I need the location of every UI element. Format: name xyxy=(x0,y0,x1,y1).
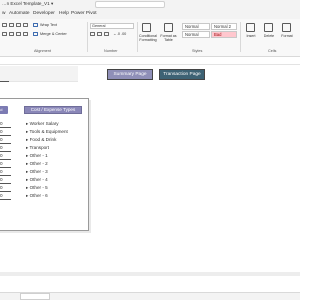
merge-center-icon[interactable] xyxy=(33,32,38,36)
format-as-table-label[interactable]: Format as Table xyxy=(160,34,177,42)
align-bottom-icon[interactable] xyxy=(16,23,21,27)
list-item: 0 ▸ Other - 3 xyxy=(0,168,89,176)
row-category: ▸ Tools & Equipment xyxy=(26,129,68,134)
number-group-label: Number xyxy=(104,49,118,53)
sheet-header-band xyxy=(0,66,78,82)
format-label[interactable]: Format xyxy=(280,34,294,38)
insert-label[interactable]: Insert xyxy=(244,34,258,38)
comma-style-icon[interactable] xyxy=(104,32,109,36)
tab-developer[interactable]: Developer xyxy=(33,11,55,16)
style-bad[interactable]: Bad xyxy=(211,31,237,38)
group-separator xyxy=(240,22,241,52)
row-amount: 0 xyxy=(0,153,3,158)
align-right-icon[interactable] xyxy=(16,32,21,36)
row-category: ▸ Other - 4 xyxy=(26,177,48,182)
menu-bar: w Automate Developer Help Power Pivot xyxy=(0,9,300,19)
delete-cells-icon[interactable] xyxy=(264,23,273,32)
format-as-table-icon[interactable] xyxy=(164,23,173,32)
list-item: 0 ▸ Tools & Equipment xyxy=(0,128,89,136)
align-middle-icon[interactable] xyxy=(9,23,14,27)
cells-group-label: Cells xyxy=(268,49,277,53)
align-left-icon[interactable] xyxy=(2,32,7,36)
list-item: 0 ▸ Food & Drink xyxy=(0,136,89,144)
row-amount: 0 xyxy=(0,169,3,174)
row-amount: 0 xyxy=(0,145,3,150)
bottom-stripe xyxy=(0,272,300,276)
list-item: 0 ▸ Other - 6 xyxy=(0,192,89,200)
tab-power-pivot[interactable]: Power Pivot xyxy=(71,11,97,16)
ribbon: Wrap Text Merge & Center Alignment Gener… xyxy=(0,19,300,57)
style-normal-3[interactable]: Normal xyxy=(182,31,210,38)
search-box[interactable] xyxy=(95,1,165,8)
list-item: 0 ▸ Other - 4 xyxy=(0,176,89,184)
orientation-icon[interactable] xyxy=(23,23,28,27)
list-item: 0 ▸ Other - 5 xyxy=(0,184,89,192)
list-item: 0 ▸ Other - 1 xyxy=(0,152,89,160)
transaction-page-button[interactable]: Transaction Page xyxy=(159,69,205,80)
number-format-select[interactable]: General xyxy=(90,23,134,29)
conditional-formatting-label[interactable]: Conditional Formatting xyxy=(138,34,158,42)
alignment-group-label: Alignment xyxy=(34,49,51,53)
tab-view[interactable]: w xyxy=(2,11,5,16)
tab-automate[interactable]: Automate xyxy=(9,11,30,16)
title-bar: …n Excel Template_V1 ▾ xyxy=(0,0,300,9)
group-separator xyxy=(87,22,88,52)
list-item: 0 ▸ Other - 2 xyxy=(0,160,89,168)
align-center-icon[interactable] xyxy=(9,32,14,36)
row-category: ▸ Transport xyxy=(26,145,49,150)
header-underline xyxy=(0,81,9,82)
formula-bar[interactable] xyxy=(0,58,300,65)
row-category: ▸ Other - 2 xyxy=(26,161,48,166)
styles-group-label: Styles xyxy=(192,49,203,53)
row-amount: 0 xyxy=(0,121,3,126)
row-category: ▸ Other - 1 xyxy=(26,153,48,158)
expense-types-header: Cost / Expense Types xyxy=(24,106,82,114)
row-category: ▸ Worker Salary xyxy=(26,121,59,126)
row-amount: 0 xyxy=(0,177,3,182)
row-amount: 0 xyxy=(0,137,3,142)
row-category: ▸ Other - 3 xyxy=(26,169,48,174)
decimal-buttons[interactable]: ←.0 .00 xyxy=(113,32,126,36)
conditional-formatting-icon[interactable] xyxy=(142,23,151,32)
row-amount: 0 xyxy=(0,193,3,198)
percent-icon[interactable] xyxy=(97,32,102,36)
row-category: ▸ Other - 6 xyxy=(26,193,48,198)
tab-help[interactable]: Help xyxy=(59,11,69,16)
merge-center-label[interactable]: Merge & Center xyxy=(40,32,67,36)
row-category: ▸ Food & Drink xyxy=(26,137,57,142)
row-amount: 0 xyxy=(0,161,3,166)
list-item: 0 ▸ Worker Salary xyxy=(0,120,89,128)
row-amount: 0 xyxy=(0,185,3,190)
style-normal[interactable]: Normal xyxy=(182,23,210,30)
sheet-tab[interactable] xyxy=(20,293,50,300)
summary-page-button[interactable]: Summary Page xyxy=(107,69,153,80)
indent-icon[interactable] xyxy=(23,32,28,36)
row-amount: 0 xyxy=(0,129,3,134)
wrap-text-icon[interactable] xyxy=(33,23,38,27)
format-cells-icon[interactable] xyxy=(282,23,291,32)
align-top-icon[interactable] xyxy=(2,23,7,27)
expense-types-card: ad Cost / Expense Types 0 ▸ Worker Salar… xyxy=(0,98,89,231)
list-item: 0 ▸ Transport xyxy=(0,144,89,152)
currency-icon[interactable] xyxy=(90,32,95,36)
row-category: ▸ Other - 5 xyxy=(26,185,48,190)
left-column-header: ad xyxy=(0,106,8,114)
delete-label[interactable]: Delete xyxy=(262,34,276,38)
insert-cells-icon[interactable] xyxy=(246,23,255,32)
cell-underline xyxy=(0,199,11,200)
status-bar xyxy=(0,292,300,300)
style-normal-2[interactable]: Normal 2 xyxy=(211,23,237,30)
worksheet: Summary Page Transaction Page ad Cost / … xyxy=(0,66,300,292)
wrap-text-label[interactable]: Wrap Text xyxy=(40,23,57,27)
window-title: …n Excel Template_V1 ▾ xyxy=(2,1,54,6)
